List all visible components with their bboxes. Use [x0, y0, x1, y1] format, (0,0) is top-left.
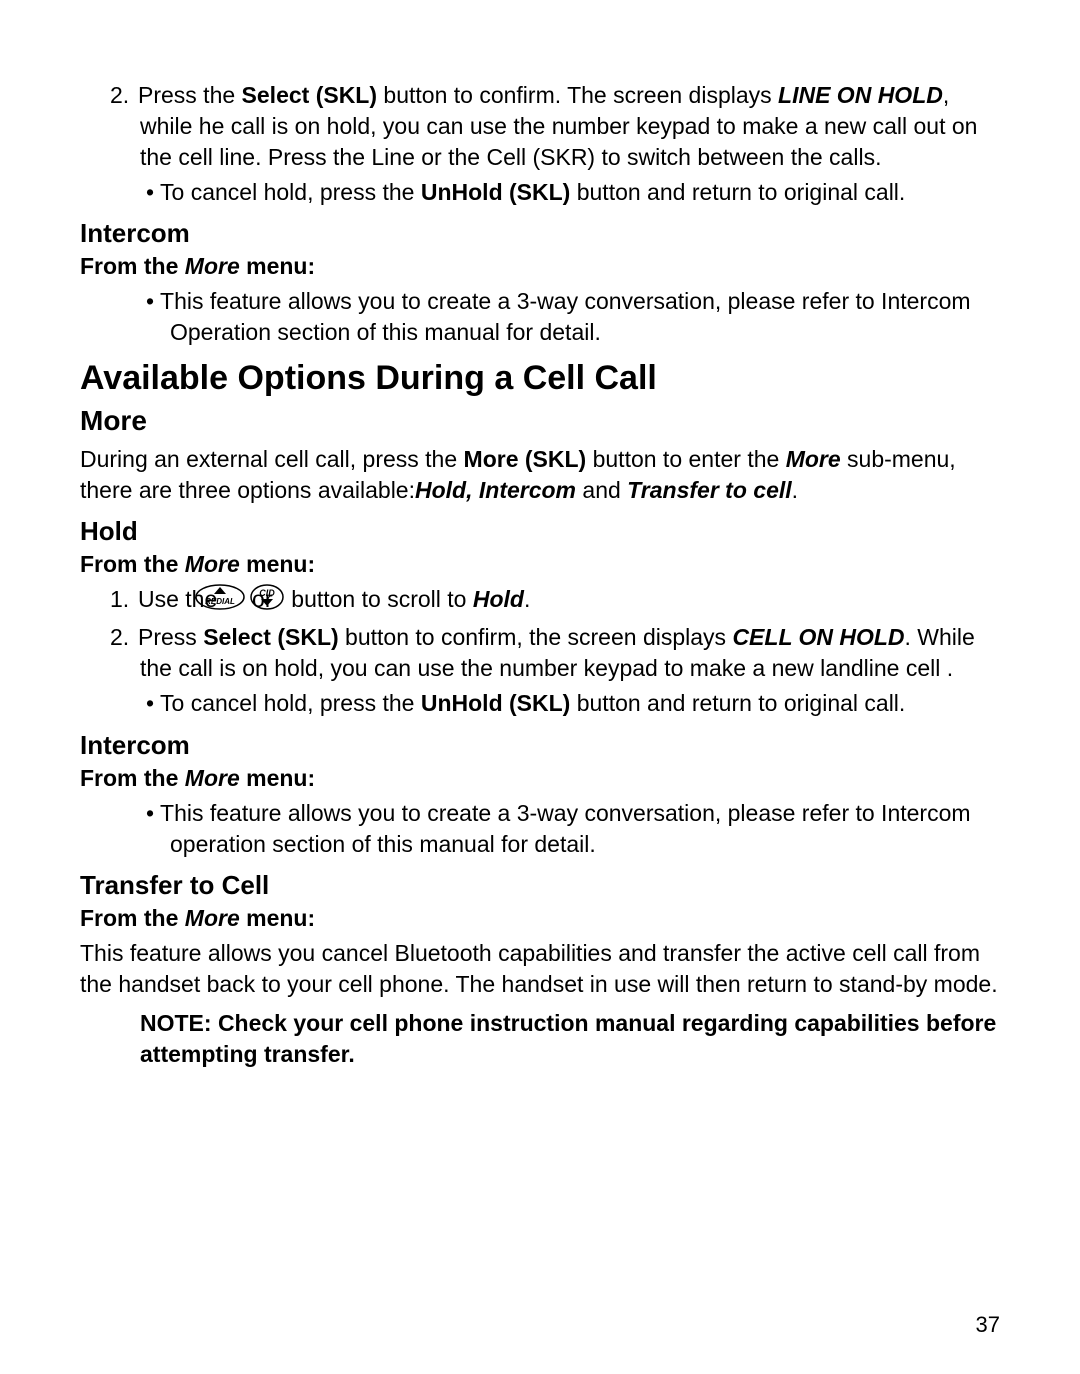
redial-button-icon: REDIAL: [225, 584, 245, 618]
text-run: .: [524, 586, 530, 612]
subheading-transfer: Transfer to Cell: [80, 868, 1000, 903]
from-more-menu: From the More menu:: [80, 549, 1000, 580]
text-run: button to scroll to: [285, 586, 473, 612]
section-heading: Available Options During a Cell Call: [80, 356, 1000, 402]
bold-run: UnHold (SKL): [421, 179, 570, 205]
step-number: 2.: [110, 80, 138, 111]
svg-text:REDIAL: REDIAL: [205, 597, 235, 606]
text-run: and: [576, 477, 627, 503]
document-page: 2.Press the Select (SKL) button to confi…: [0, 0, 1080, 1374]
ordered-step: 2.Press Select (SKL) button to confirm, …: [80, 622, 1000, 684]
ordered-step: 1.Use the REDIAL or CID button to scroll…: [80, 584, 1000, 618]
text-run: menu:: [240, 253, 315, 279]
subheading-hold: Hold: [80, 514, 1000, 549]
bold-italic-run: LINE ON HOLD: [778, 82, 943, 108]
step-number: 1.: [110, 584, 138, 615]
text-run: From the: [80, 253, 185, 279]
text-run: button to enter the: [586, 446, 785, 472]
text-run: button to confirm. The screen displays: [377, 82, 778, 108]
page-number: 37: [976, 1310, 1000, 1340]
note-block: NOTE: Check your cell phone instruction …: [80, 1008, 1000, 1070]
cid-button-icon: CID: [280, 584, 284, 618]
italic-run: More: [185, 253, 240, 279]
bold-italic-run: Hold: [473, 586, 524, 612]
svg-text:CID: CID: [259, 588, 275, 598]
sub-bullet: To cancel hold, press the UnHold (SKL) b…: [80, 688, 1000, 719]
italic-run: More: [185, 905, 240, 931]
bold-run: More (SKL): [464, 446, 587, 472]
text-run: Press: [138, 624, 203, 650]
text-run: From the: [80, 765, 185, 791]
italic-run: More: [185, 551, 240, 577]
paragraph: During an external cell call, press the …: [80, 444, 1000, 506]
text-run: This feature allows you to create a 3-wa…: [160, 288, 971, 345]
step-number: 2.: [110, 622, 138, 653]
bold-italic-run: Transfer to cell: [627, 477, 791, 503]
subheading-intercom: Intercom: [80, 216, 1000, 251]
subheading-intercom: Intercom: [80, 728, 1000, 763]
text-run: button and return to original call.: [570, 690, 905, 716]
ordered-step: 2.Press the Select (SKL) button to confi…: [80, 80, 1000, 173]
bold-italic-run: More: [786, 446, 841, 472]
text-run: menu:: [240, 765, 315, 791]
text-run: To cancel hold, press the: [160, 179, 421, 205]
text-run: From the: [80, 551, 185, 577]
text-run: button and return to original call.: [570, 179, 905, 205]
text-run: button to confirm, the screen displays: [339, 624, 733, 650]
italic-run: More: [185, 765, 240, 791]
text-run: From the: [80, 905, 185, 931]
text-run: To cancel hold, press the: [160, 690, 421, 716]
from-more-menu: From the More menu:: [80, 251, 1000, 282]
text-run: menu:: [240, 905, 315, 931]
bullet-item: This feature allows you to create a 3-wa…: [80, 286, 1000, 348]
sub-bullet: To cancel hold, press the UnHold (SKL) b…: [80, 177, 1000, 208]
text-run: This feature allows you to create a 3-wa…: [160, 800, 971, 857]
paragraph: This feature allows you cancel Bluetooth…: [80, 938, 1000, 1000]
from-more-menu: From the More menu:: [80, 903, 1000, 934]
bold-run: UnHold (SKL): [421, 690, 570, 716]
bold-italic-run: CELL ON HOLD: [732, 624, 904, 650]
text-run: During an external cell call, press the: [80, 446, 464, 472]
from-more-menu: From the More menu:: [80, 763, 1000, 794]
subheading-more: More: [80, 402, 1000, 440]
bullet-item: This feature allows you to create a 3-wa…: [80, 798, 1000, 860]
text-run: .: [792, 477, 798, 503]
bold-run: Select (SKL): [203, 624, 338, 650]
bold-italic-run: Hold, Intercom: [415, 477, 576, 503]
text-run: menu:: [240, 551, 315, 577]
bold-run: Select (SKL): [242, 82, 377, 108]
text-run: Press the: [138, 82, 242, 108]
